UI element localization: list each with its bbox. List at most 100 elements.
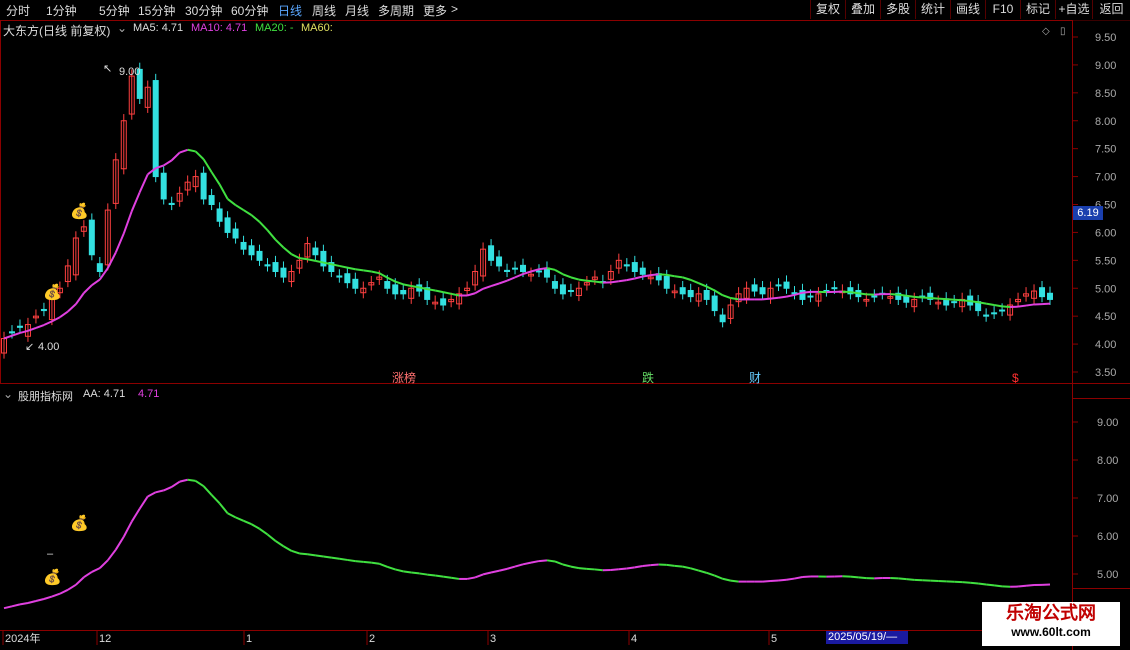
indicator-segment [858,576,867,580]
ma-segment [610,280,619,284]
indicator-segment [498,567,508,572]
indicator-segment [243,519,252,526]
ma-segment [858,292,867,296]
ma-segment [43,320,53,326]
ma-segment [762,297,771,301]
candle-body [88,219,95,256]
ma-segment [218,183,229,200]
ma-segment [962,299,971,303]
ma-segment [506,276,516,282]
ma-segment [19,329,29,334]
price-tick-label: 5.00 [1095,283,1116,295]
price-tick-label: 8.50 [1095,88,1116,100]
indicator-segment [347,558,356,563]
ma-segment [266,229,277,241]
indicator-segment [235,516,244,522]
candle-body [1047,292,1053,300]
ma-segment [210,171,221,185]
ma-segment [114,233,125,253]
candle-body [168,202,175,205]
price-tick-label: 5.50 [1095,255,1116,267]
ma-segment [347,266,356,271]
indicator-segment [315,554,324,558]
candle-body [400,289,407,295]
indicator-segment [570,565,580,570]
ma-segment [202,158,213,173]
candle-body [551,281,558,289]
ma-segment [226,198,237,206]
candle-body [991,312,998,315]
indicator-segment [578,567,587,570]
ma-segment [778,295,787,299]
menu-icon[interactable]: ▯ [1060,26,1066,37]
candle-body [152,80,159,178]
ma-segment [1025,303,1035,307]
indicator-segment [218,502,229,514]
indicator-tick-label: 8.00 [1097,455,1118,467]
indicator-tick-label: 6.00 [1097,531,1118,543]
indicator-axis: 9.00 8.00 7.00 6.00 5.00 [1072,417,1118,581]
indicator-segment [482,571,492,576]
indicator-segment [986,583,995,587]
indicator-segment [1017,584,1027,588]
ma-segment [682,276,691,281]
indicator-segment [11,603,21,608]
price-tick-label: 9.50 [1095,32,1116,44]
candle-body [208,195,215,205]
ma-segment [466,292,476,297]
ma-segment [890,293,899,296]
candle-body [719,314,726,323]
ma-segment [427,288,436,292]
time-tick-label: 3 [490,633,496,645]
ma-segment [698,282,708,288]
ma-segment [906,294,915,298]
candle-body [751,284,758,292]
candle-body [280,267,287,278]
ma-segment [122,210,133,234]
indicator-segment [19,601,29,606]
ma-segment [1017,304,1027,308]
signal-label-finance: 财 [749,371,761,385]
indicator-segment [395,568,404,573]
indicator-segment [506,565,516,570]
candle-body [623,264,630,267]
ma-segment [802,290,811,294]
candle-body [559,284,566,295]
indicator-segment [690,567,699,572]
ma-segment [474,287,484,295]
diamond-icon[interactable]: ◇ [1042,26,1050,37]
indicator-segment [443,575,452,579]
ma-segment [786,293,795,298]
indicator-segment [427,573,436,577]
ma-segment [83,284,93,294]
ma-segment [666,273,675,278]
main-frame [0,20,1073,384]
time-tick-label: 5 [771,633,777,645]
ma-segment [442,291,452,295]
indicator-segment [1025,584,1035,587]
ma-segment [307,258,316,262]
ma-segment [938,297,947,301]
ma-segment [674,275,683,279]
indicator-segment [419,572,428,576]
ma-segment [130,191,141,212]
indicator-segment [43,595,53,600]
ma-segment [163,159,173,167]
money-bag-icon: 💰 [43,283,62,301]
low-label: 4.00 [38,341,59,353]
candle-body [631,262,638,273]
candle-body [703,289,710,300]
watermark-logo: 乐淘公式网 www.60lt.com [982,602,1120,646]
candle-body [96,263,103,272]
indicator-segment [714,574,724,580]
ma-segment [1002,305,1011,308]
indicator-segment [634,565,643,569]
ma-segment [993,304,1003,308]
indicator-segment [626,566,635,570]
indicator-segment [474,573,484,579]
indicator-segment [490,569,500,574]
indicator-segment [266,533,277,542]
kline-chart[interactable]: 9.509.008.508.007.507.006.506.005.505.00… [0,0,1130,650]
indicator-segment [403,570,412,574]
ma-segment [586,279,595,283]
